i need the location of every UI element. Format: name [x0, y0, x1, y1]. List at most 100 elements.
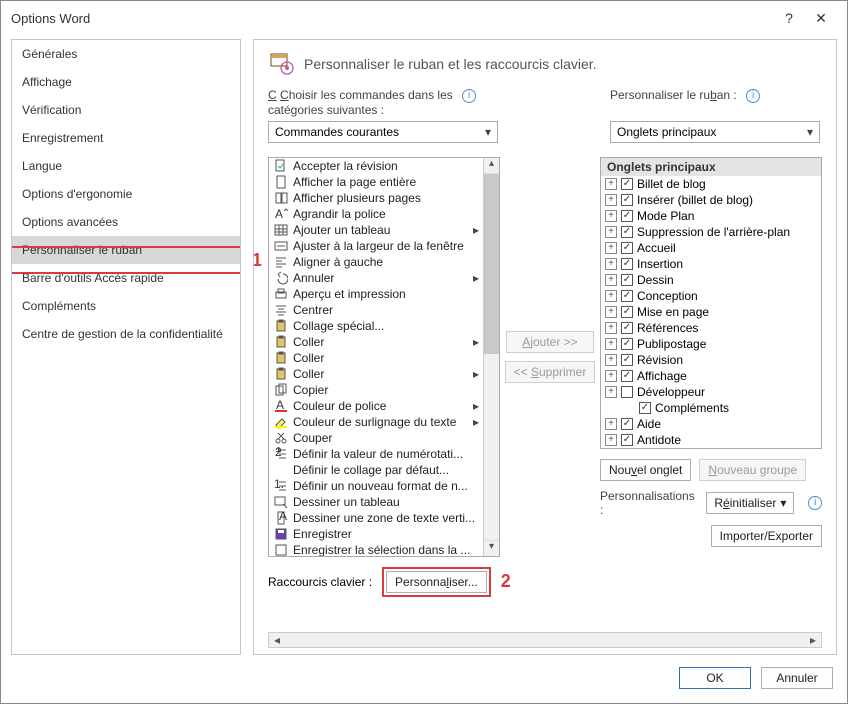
- tree-item[interactable]: +✓Insertion: [601, 256, 821, 272]
- commands-list[interactable]: Accepter la révisionAfficher la page ent…: [268, 157, 500, 557]
- command-item[interactable]: Coller▸: [269, 366, 483, 382]
- expand-icon[interactable]: +: [605, 258, 617, 270]
- command-item[interactable]: Dessiner un tableau: [269, 494, 483, 510]
- expand-icon[interactable]: +: [605, 178, 617, 190]
- tree-item[interactable]: +✓Références: [601, 320, 821, 336]
- tree-item[interactable]: +✓Dessin: [601, 272, 821, 288]
- checkbox[interactable]: ✓: [621, 418, 633, 430]
- checkbox[interactable]: ✓: [621, 242, 633, 254]
- checkbox[interactable]: ✓: [621, 226, 633, 238]
- reset-button[interactable]: Réinitialiser ▾: [706, 492, 794, 514]
- command-item[interactable]: Couper: [269, 430, 483, 446]
- command-item[interactable]: ADessiner une zone de texte verti...: [269, 510, 483, 526]
- scrollbar-thumb[interactable]: [484, 174, 499, 354]
- sidebar-item-proofing[interactable]: Vérification: [12, 96, 240, 124]
- expand-icon[interactable]: +: [605, 434, 617, 446]
- command-item[interactable]: AAgrandir la police: [269, 206, 483, 222]
- expand-icon[interactable]: +: [605, 290, 617, 302]
- command-item[interactable]: Couleur de surlignage du texte▸: [269, 414, 483, 430]
- expand-icon[interactable]: +: [605, 322, 617, 334]
- scroll-up-icon[interactable]: ▴: [484, 158, 499, 174]
- sidebar-item-customize-ribbon[interactable]: Personnaliser le ruban: [12, 236, 240, 264]
- checkbox[interactable]: ✓: [621, 306, 633, 318]
- command-item[interactable]: Définir le collage par défaut...: [269, 462, 483, 478]
- checkbox[interactable]: ✓: [621, 178, 633, 190]
- command-item[interactable]: Enregistrer la sélection dans la ...: [269, 542, 483, 556]
- sidebar-item-save[interactable]: Enregistrement: [12, 124, 240, 152]
- command-item[interactable]: Afficher plusieurs pages: [269, 190, 483, 206]
- checkbox[interactable]: ✓: [621, 338, 633, 350]
- tree-item[interactable]: +✓Publipostage: [601, 336, 821, 352]
- command-item[interactable]: 12Définir la valeur de numérotati...: [269, 446, 483, 462]
- customize-shortcuts-button[interactable]: Personnaliser...: [386, 571, 487, 593]
- expand-icon[interactable]: +: [605, 418, 617, 430]
- tree-item[interactable]: +✓Conception: [601, 288, 821, 304]
- commands-category-combo[interactable]: Commandes courantes ▾: [268, 121, 498, 143]
- checkbox[interactable]: ✓: [621, 290, 633, 302]
- tree-item[interactable]: +✓Antidote: [601, 432, 821, 448]
- command-item[interactable]: Accepter la révision: [269, 158, 483, 174]
- scroll-down-icon[interactable]: ▾: [484, 540, 499, 556]
- scroll-left-icon[interactable]: ◂: [269, 633, 285, 647]
- tree-item[interactable]: +✓Mise en page: [601, 304, 821, 320]
- command-item[interactable]: Ajouter un tableau▸: [269, 222, 483, 238]
- command-item[interactable]: Annuler▸: [269, 270, 483, 286]
- expand-icon[interactable]: +: [605, 370, 617, 382]
- expand-icon[interactable]: +: [605, 386, 617, 398]
- checkbox[interactable]: ✓: [621, 322, 633, 334]
- expand-icon[interactable]: +: [605, 354, 617, 366]
- tree-item[interactable]: +✓Suppression de l'arrière-plan: [601, 224, 821, 240]
- tree-item[interactable]: +✓Insérer (billet de blog): [601, 192, 821, 208]
- sidebar-item-advanced[interactable]: Options avancées: [12, 208, 240, 236]
- checkbox[interactable]: [621, 386, 633, 398]
- sidebar-item-quick-access[interactable]: Barre d'outils Accès rapide: [12, 264, 240, 292]
- expand-icon[interactable]: +: [605, 306, 617, 318]
- tree-item[interactable]: +✓Accueil: [601, 240, 821, 256]
- checkbox[interactable]: ✓: [621, 194, 633, 206]
- checkbox[interactable]: ✓: [621, 210, 633, 222]
- expand-icon[interactable]: +: [605, 242, 617, 254]
- sidebar-item-trust-center[interactable]: Centre de gestion de la confidentialité: [12, 320, 240, 348]
- info-icon[interactable]: i: [808, 496, 822, 510]
- tree-item[interactable]: +✓Révision: [601, 352, 821, 368]
- ok-button[interactable]: OK: [679, 667, 751, 689]
- new-tab-button[interactable]: Nouvel onglet: [600, 459, 691, 481]
- sidebar-item-display[interactable]: Affichage: [12, 68, 240, 96]
- tree-item[interactable]: +Développeur: [601, 384, 821, 400]
- command-item[interactable]: Afficher la page entière: [269, 174, 483, 190]
- expand-icon[interactable]: +: [605, 274, 617, 286]
- close-icon[interactable]: ✕: [805, 10, 837, 27]
- info-icon[interactable]: i: [462, 89, 476, 103]
- scrollbar-horizontal[interactable]: ◂ ▸: [268, 632, 822, 648]
- info-icon[interactable]: i: [746, 89, 760, 103]
- checkbox[interactable]: ✓: [621, 434, 633, 446]
- checkbox[interactable]: ✓: [621, 354, 633, 366]
- tree-item[interactable]: +✓Affichage: [601, 368, 821, 384]
- expand-icon[interactable]: +: [605, 194, 617, 206]
- scroll-right-icon[interactable]: ▸: [805, 633, 821, 647]
- tree-item[interactable]: +✓Compléments: [601, 400, 821, 416]
- cancel-button[interactable]: Annuler: [761, 667, 833, 689]
- command-item[interactable]: Coller▸: [269, 334, 483, 350]
- tree-item[interactable]: +✓Billet de blog: [601, 176, 821, 192]
- expand-icon[interactable]: +: [605, 338, 617, 350]
- command-item[interactable]: Coller: [269, 350, 483, 366]
- ribbon-target-combo[interactable]: Onglets principaux ▾: [610, 121, 820, 143]
- sidebar-item-accessibility[interactable]: Options d'ergonomie: [12, 180, 240, 208]
- ribbon-tabs-tree[interactable]: Onglets principaux +✓Billet de blog+✓Ins…: [600, 157, 822, 449]
- command-item[interactable]: Collage spécial...: [269, 318, 483, 334]
- scrollbar-vertical[interactable]: ▴ ▾: [483, 158, 499, 556]
- expand-icon[interactable]: +: [605, 226, 617, 238]
- tree-item[interactable]: +✓Aide: [601, 416, 821, 432]
- sidebar-item-general[interactable]: Générales: [12, 40, 240, 68]
- checkbox[interactable]: ✓: [621, 370, 633, 382]
- command-item[interactable]: ACouleur de police▸: [269, 398, 483, 414]
- command-item[interactable]: Copier: [269, 382, 483, 398]
- command-item[interactable]: Aperçu et impression: [269, 286, 483, 302]
- help-icon[interactable]: ?: [773, 10, 805, 26]
- sidebar-item-language[interactable]: Langue: [12, 152, 240, 180]
- command-item[interactable]: Enregistrer: [269, 526, 483, 542]
- command-item[interactable]: 1.Définir un nouveau format de n...: [269, 478, 483, 494]
- checkbox[interactable]: ✓: [621, 274, 633, 286]
- command-item[interactable]: Aligner à gauche: [269, 254, 483, 270]
